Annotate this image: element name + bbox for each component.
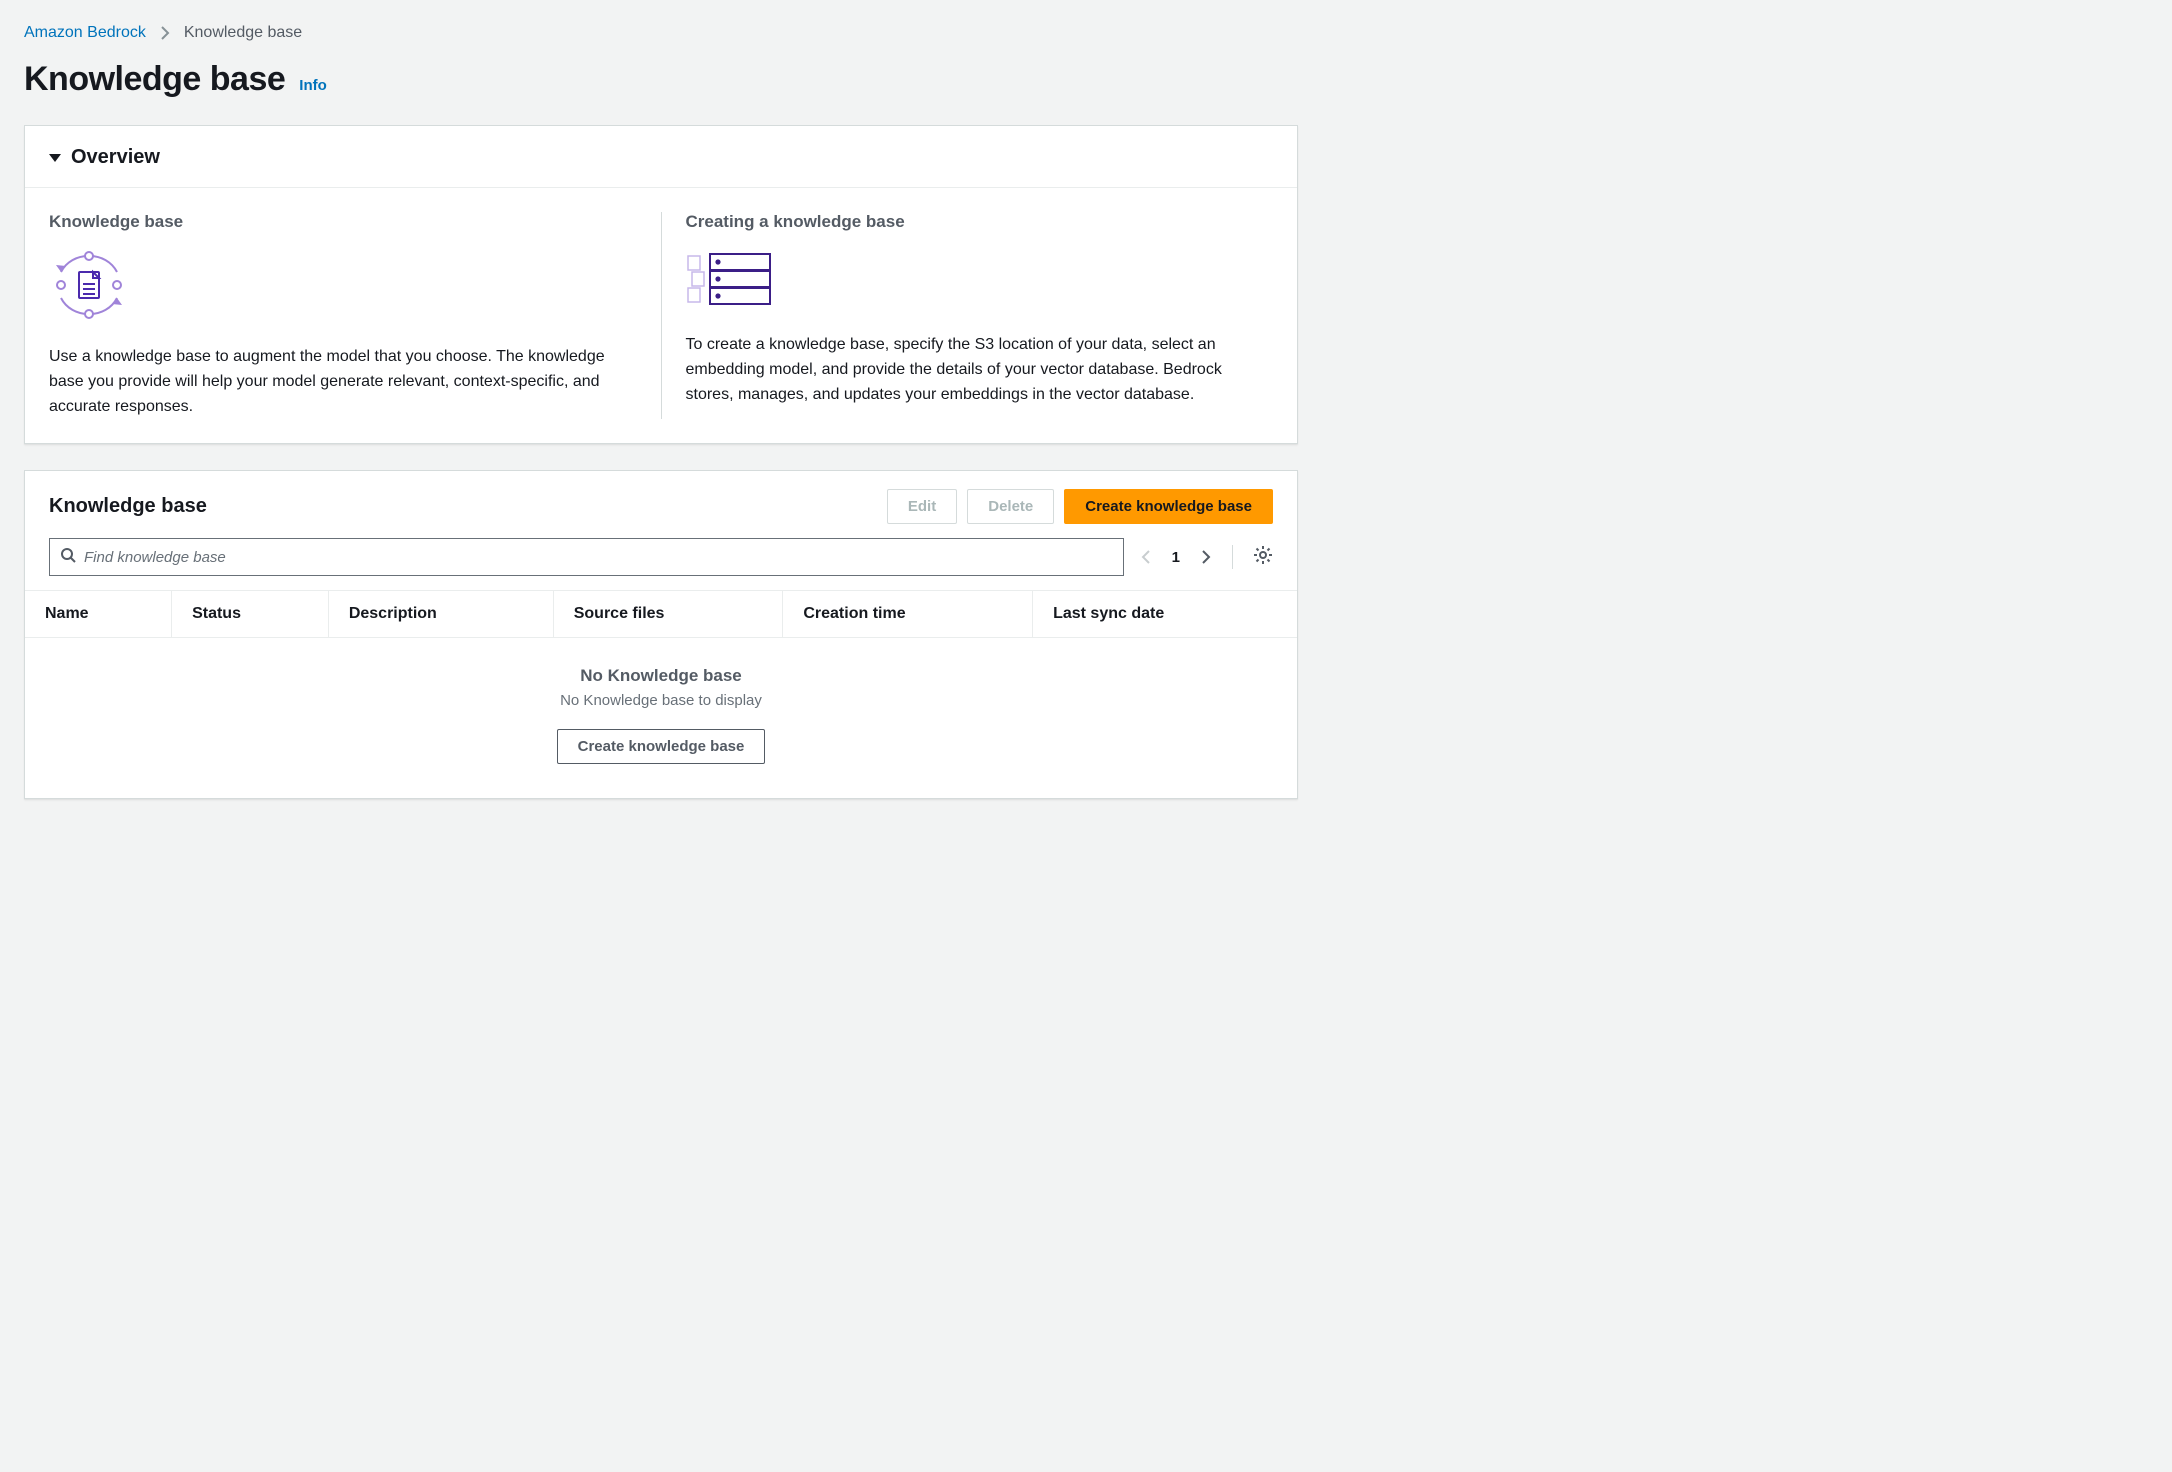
kb-list-panel: Knowledge base Edit Delete Create knowle…	[24, 470, 1298, 799]
edit-button[interactable]: Edit	[887, 489, 957, 524]
next-page-button[interactable]	[1200, 549, 1212, 565]
pagination: 1	[1140, 545, 1273, 570]
create-kb-button[interactable]: Create knowledge base	[1064, 489, 1273, 524]
server-stack-icon	[686, 250, 1274, 313]
search-input[interactable]	[76, 549, 1113, 566]
chevron-right-icon	[160, 26, 170, 40]
breadcrumb-current: Knowledge base	[184, 24, 302, 42]
overview-creating-heading: Creating a knowledge base	[686, 212, 1274, 232]
separator	[1232, 545, 1233, 569]
kb-table: Name Status Description Source files Cre…	[25, 590, 1297, 638]
col-creation-time[interactable]: Creation time	[783, 591, 1033, 638]
empty-create-kb-button[interactable]: Create knowledge base	[557, 729, 766, 764]
kb-actions: Edit Delete Create knowledge base	[887, 489, 1273, 524]
col-source-files[interactable]: Source files	[553, 591, 783, 638]
overview-kb-heading: Knowledge base	[49, 212, 637, 232]
breadcrumb: Amazon Bedrock Knowledge base	[24, 24, 1298, 42]
col-description[interactable]: Description	[328, 591, 553, 638]
page-title: Knowledge base	[24, 60, 285, 99]
search-wrap[interactable]	[49, 538, 1124, 576]
overview-body: Knowledge base	[25, 188, 1297, 443]
col-status[interactable]: Status	[172, 591, 329, 638]
col-name[interactable]: Name	[25, 591, 172, 638]
gear-icon	[1253, 545, 1273, 570]
overview-panel: Overview Knowledge base	[24, 125, 1298, 444]
empty-state: No Knowledge base No Knowledge base to d…	[25, 638, 1297, 798]
search-icon	[60, 547, 76, 568]
filter-row: 1	[25, 538, 1297, 590]
kb-list-title: Knowledge base	[49, 495, 207, 518]
prev-page-button[interactable]	[1140, 549, 1152, 565]
breadcrumb-root-link[interactable]: Amazon Bedrock	[24, 24, 146, 42]
page-title-row: Knowledge base Info	[24, 60, 1298, 99]
delete-button[interactable]: Delete	[967, 489, 1054, 524]
overview-col-kb: Knowledge base	[49, 212, 637, 419]
page-number: 1	[1172, 549, 1180, 566]
settings-button[interactable]	[1253, 545, 1273, 570]
overview-col-creating: Creating a knowledge base	[661, 212, 1274, 419]
info-link[interactable]: Info	[299, 77, 327, 94]
caret-down-icon	[49, 154, 61, 162]
overview-title: Overview	[71, 146, 160, 169]
empty-title: No Knowledge base	[25, 666, 1297, 686]
overview-kb-text: Use a knowledge base to augment the mode…	[49, 345, 637, 419]
table-header-row: Name Status Description Source files Cre…	[25, 591, 1297, 638]
col-last-sync[interactable]: Last sync date	[1033, 591, 1297, 638]
overview-creating-text: To create a knowledge base, specify the …	[686, 333, 1274, 407]
kb-cycle-icon	[49, 250, 637, 325]
overview-toggle[interactable]: Overview	[25, 126, 1297, 188]
empty-subtitle: No Knowledge base to display	[25, 692, 1297, 709]
kb-header: Knowledge base Edit Delete Create knowle…	[25, 471, 1297, 538]
